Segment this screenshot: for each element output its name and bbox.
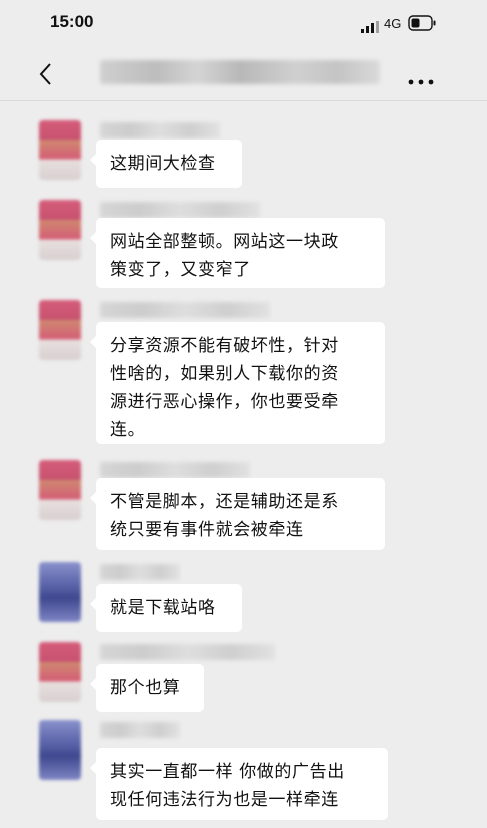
message-text-line: 性啥的，如果别人下载你的资 — [110, 364, 339, 384]
message-text-line: 源进行恶心操作，你也要受牵 — [110, 392, 339, 412]
more-dots-icon[interactable] — [408, 70, 434, 89]
avatar[interactable] — [39, 642, 81, 702]
message-bubble[interactable]: 这期间大检查 — [90, 140, 242, 188]
message-text: 就是下载站咯 — [110, 598, 216, 618]
avatar[interactable] — [39, 300, 81, 360]
avatar[interactable] — [39, 460, 81, 520]
message-bubble[interactable]: 不管是脚本，还是辅助还是系 统只要有事件就会被牵连 — [90, 478, 385, 550]
avatar[interactable] — [39, 200, 81, 260]
avatar[interactable] — [39, 120, 81, 180]
sender-name-blurred — [100, 644, 275, 660]
message-text-line: 网站全部整顿。网站这一块政 — [110, 232, 339, 252]
signal-bars-icon — [361, 18, 379, 37]
message-bubble[interactable]: 其实一直都一样 你做的广告出 现任何违法行为也是一样牵连 — [90, 748, 388, 820]
message-text-line: 其实一直都一样 你做的广告出 — [110, 762, 345, 782]
message-text-line: 统只要有事件就会被牵连 — [110, 520, 304, 540]
chat-title-blurred — [100, 60, 380, 84]
network-label: 4G — [384, 16, 402, 31]
status-time: 15:00 — [50, 12, 94, 31]
message-bubble[interactable]: 分享资源不能有破坏性，针对 性啥的，如果别人下载你的资 源进行恶心操作，你也要受… — [90, 322, 385, 444]
message-bubble[interactable]: 网站全部整顿。网站这一块政 策变了，又变窄了 — [90, 218, 385, 288]
battery-icon — [408, 15, 436, 35]
avatar[interactable] — [39, 720, 81, 780]
sender-name-blurred — [100, 722, 180, 738]
message-text-line: 分享资源不能有破坏性，针对 — [110, 336, 339, 356]
sender-name-blurred — [100, 462, 250, 478]
chat-nav-bar — [0, 48, 487, 101]
message-text-line: 策变了，又变窄了 — [110, 260, 251, 280]
message-text-line: 不管是脚本，还是辅助还是系 — [110, 492, 339, 512]
message-bubble[interactable]: 就是下载站咯 — [90, 584, 242, 632]
avatar[interactable] — [39, 562, 81, 622]
message-text: 这期间大检查 — [110, 154, 216, 174]
chevron-left-icon[interactable] — [38, 62, 52, 90]
message-text: 那个也算 — [110, 678, 181, 698]
status-bar: 15:00 4G — [0, 0, 487, 48]
message-text-line: 现任何违法行为也是一样牵连 — [110, 790, 339, 810]
sender-name-blurred — [100, 564, 180, 580]
message-bubble[interactable]: 那个也算 — [90, 664, 204, 712]
sender-name-blurred — [100, 202, 260, 218]
message-text-line: 连。 — [110, 420, 146, 440]
sender-name-blurred — [100, 302, 270, 318]
sender-name-blurred — [100, 122, 220, 138]
